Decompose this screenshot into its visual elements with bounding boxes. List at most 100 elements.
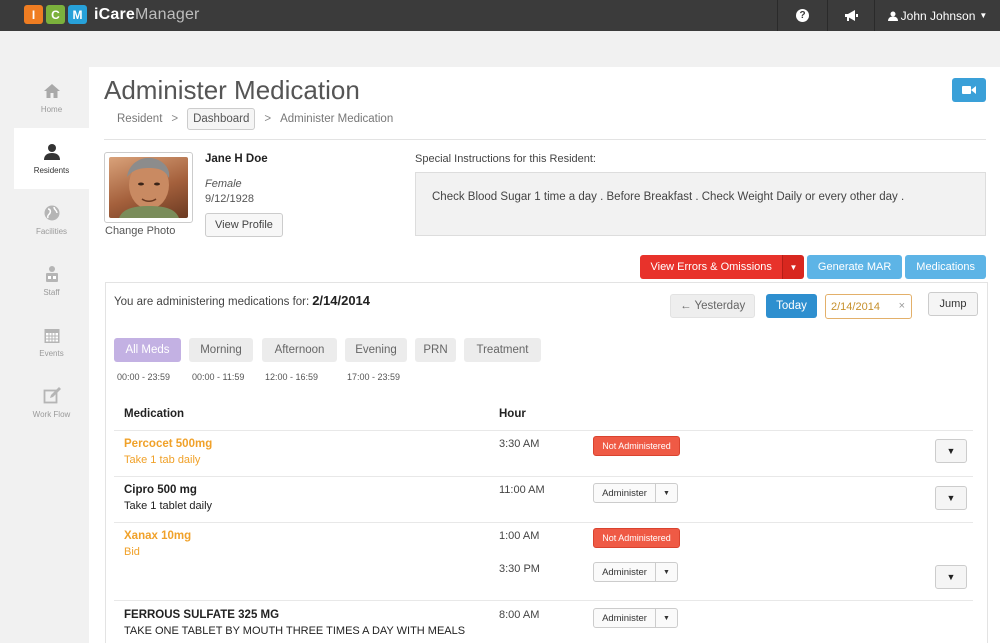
clear-date-icon[interactable]: × [899,300,905,312]
action-buttons: View Errors & Omissions ▼ Generate MAR M… [640,255,986,279]
medication-name[interactable]: Percocet 500mg [124,438,212,450]
view-errors-omissions-button[interactable]: View Errors & Omissions [640,255,782,279]
medication-name[interactable]: Xanax 10mg [124,530,191,542]
brand-name-light: Manager [135,5,200,23]
video-camera-icon [962,86,976,94]
administer-button[interactable]: Administer ▼ [593,608,678,628]
globe-icon [44,205,59,220]
date-input-value: 2/14/2014 [831,301,880,313]
breadcrumb-resident[interactable]: Resident [117,113,162,125]
expand-row-button[interactable]: ▼ [935,439,967,463]
administer-label[interactable]: Administer [594,563,656,581]
expand-row-button[interactable]: ▼ [935,486,967,510]
breadcrumb-current: Administer Medication [280,113,394,125]
range-all-meds: 00:00 - 23:59 [117,372,171,382]
administer-label[interactable]: Administer [594,609,656,627]
medication-hour: 1:00 AM [499,530,540,542]
chevron-down-icon: ▼ [946,446,956,456]
sidebar-item-facilities[interactable]: Facilities [14,189,89,250]
sidebar: Home Residents Facilities Staff Events W… [14,67,89,433]
chevron-down-icon: ▼ [946,572,956,582]
top-nav-right: ? John Johnson ▼ [777,0,1000,31]
medication-hour: 3:30 AM [499,438,540,450]
view-profile-button[interactable]: View Profile [205,213,283,237]
sidebar-item-staff[interactable]: Staff [14,250,89,311]
medication-hour: 11:00 AM [499,484,545,496]
page-title: Administer Medication [104,75,360,105]
divider [104,139,986,140]
medication-hour: 3:30 PM [499,563,540,575]
resident-photo[interactable] [104,152,193,223]
video-button[interactable] [952,78,986,102]
resident-dob: 9/12/1928 [205,193,254,205]
help-button[interactable]: ? [777,0,827,31]
medication-name[interactable]: Cipro 500 mg [124,484,197,496]
expand-row-button[interactable]: ▼ [935,565,967,589]
yesterday-button[interactable]: ← Yesterday [670,294,756,318]
range-evening: 17:00 - 23:59 [347,372,401,382]
sidebar-item-work-flow[interactable]: Work Flow [14,372,89,433]
sidebar-item-label: Events [39,348,64,358]
medications-button[interactable]: Medications [905,255,986,279]
main-content: Administer Medication Resident > Dashboa… [89,67,1000,643]
errors-dropdown-toggle[interactable]: ▼ [781,255,804,279]
caret-down-icon[interactable]: ▼ [656,563,677,581]
administer-label[interactable]: Administer [594,484,656,502]
user-icon [887,11,898,21]
filter-evening[interactable]: Evening [345,338,407,362]
sidebar-item-label: Residents [33,165,70,175]
filter-all-meds[interactable]: All Meds [114,338,181,362]
not-administered-badge[interactable]: Not Administered [593,528,680,548]
resident-name: Jane H Doe [205,153,268,165]
range-afternoon: 12:00 - 16:59 [265,372,319,382]
jump-button[interactable]: Jump [928,292,978,316]
breadcrumb-separator: > [264,113,272,125]
medication-instructions: TAKE ONE TABLET BY MOUTH THREE TIMES A D… [124,625,466,637]
announcements-button[interactable] [827,0,874,31]
top-navbar: I C M iCareManager ? John Johnson ▼ [0,0,1000,31]
change-photo-link[interactable]: Change Photo [105,225,175,237]
medication-instructions: Take 1 tablet daily [124,500,213,512]
bullhorn-icon [844,10,858,21]
user-icon [43,143,60,160]
logo-tile-c: C [46,5,65,24]
row-divider [114,430,973,431]
filter-treatment[interactable]: Treatment [464,338,541,362]
not-administered-badge[interactable]: Not Administered [593,436,680,456]
user-name: John Johnson [900,8,976,23]
today-button[interactable]: Today [766,294,817,318]
caret-down-icon[interactable]: ▼ [656,484,677,502]
logo-tile-i: I [24,5,43,24]
medication-name[interactable]: FERROUS SULFATE 325 MG [124,609,279,621]
staff-icon [45,265,58,282]
row-divider [114,522,973,523]
sidebar-item-events[interactable]: Events [14,311,89,372]
special-instructions-label: Special Instructions for this Resident: [415,153,596,165]
administering-label: You are administering medications for: [114,296,310,308]
medication-panel: You are administering medications for: 2/… [105,282,988,643]
resident-gender: Female [205,178,242,190]
sidebar-item-residents[interactable]: Residents [14,128,89,189]
chevron-down-icon: ▼ [946,493,956,503]
user-menu-button[interactable]: John Johnson ▼ [874,0,1000,31]
sidebar-item-label: Home [40,104,63,114]
breadcrumb-dashboard[interactable]: Dashboard [187,108,256,130]
date-input[interactable]: 2/14/2014 × [825,294,912,319]
question-circle-icon: ? [796,9,809,22]
filter-morning[interactable]: Morning [189,338,253,362]
filter-afternoon[interactable]: Afternoon [262,338,337,362]
brand-name-bold: iCare [94,5,136,23]
sidebar-item-label: Work Flow [32,409,71,419]
administer-button[interactable]: Administer ▼ [593,562,678,582]
app-logo[interactable]: I C M iCareManager [24,5,200,24]
generate-mar-button[interactable]: Generate MAR [806,255,903,279]
row-divider [114,476,973,477]
filter-prn[interactable]: PRN [415,338,456,362]
resident-photo-image [109,157,188,218]
medication-instructions: Bid [124,546,140,558]
sidebar-item-home[interactable]: Home [14,67,89,128]
administer-button[interactable]: Administer ▼ [593,483,678,503]
medication-hour: 8:00 AM [499,609,540,621]
edit-icon [43,386,61,403]
caret-down-icon[interactable]: ▼ [656,609,677,627]
